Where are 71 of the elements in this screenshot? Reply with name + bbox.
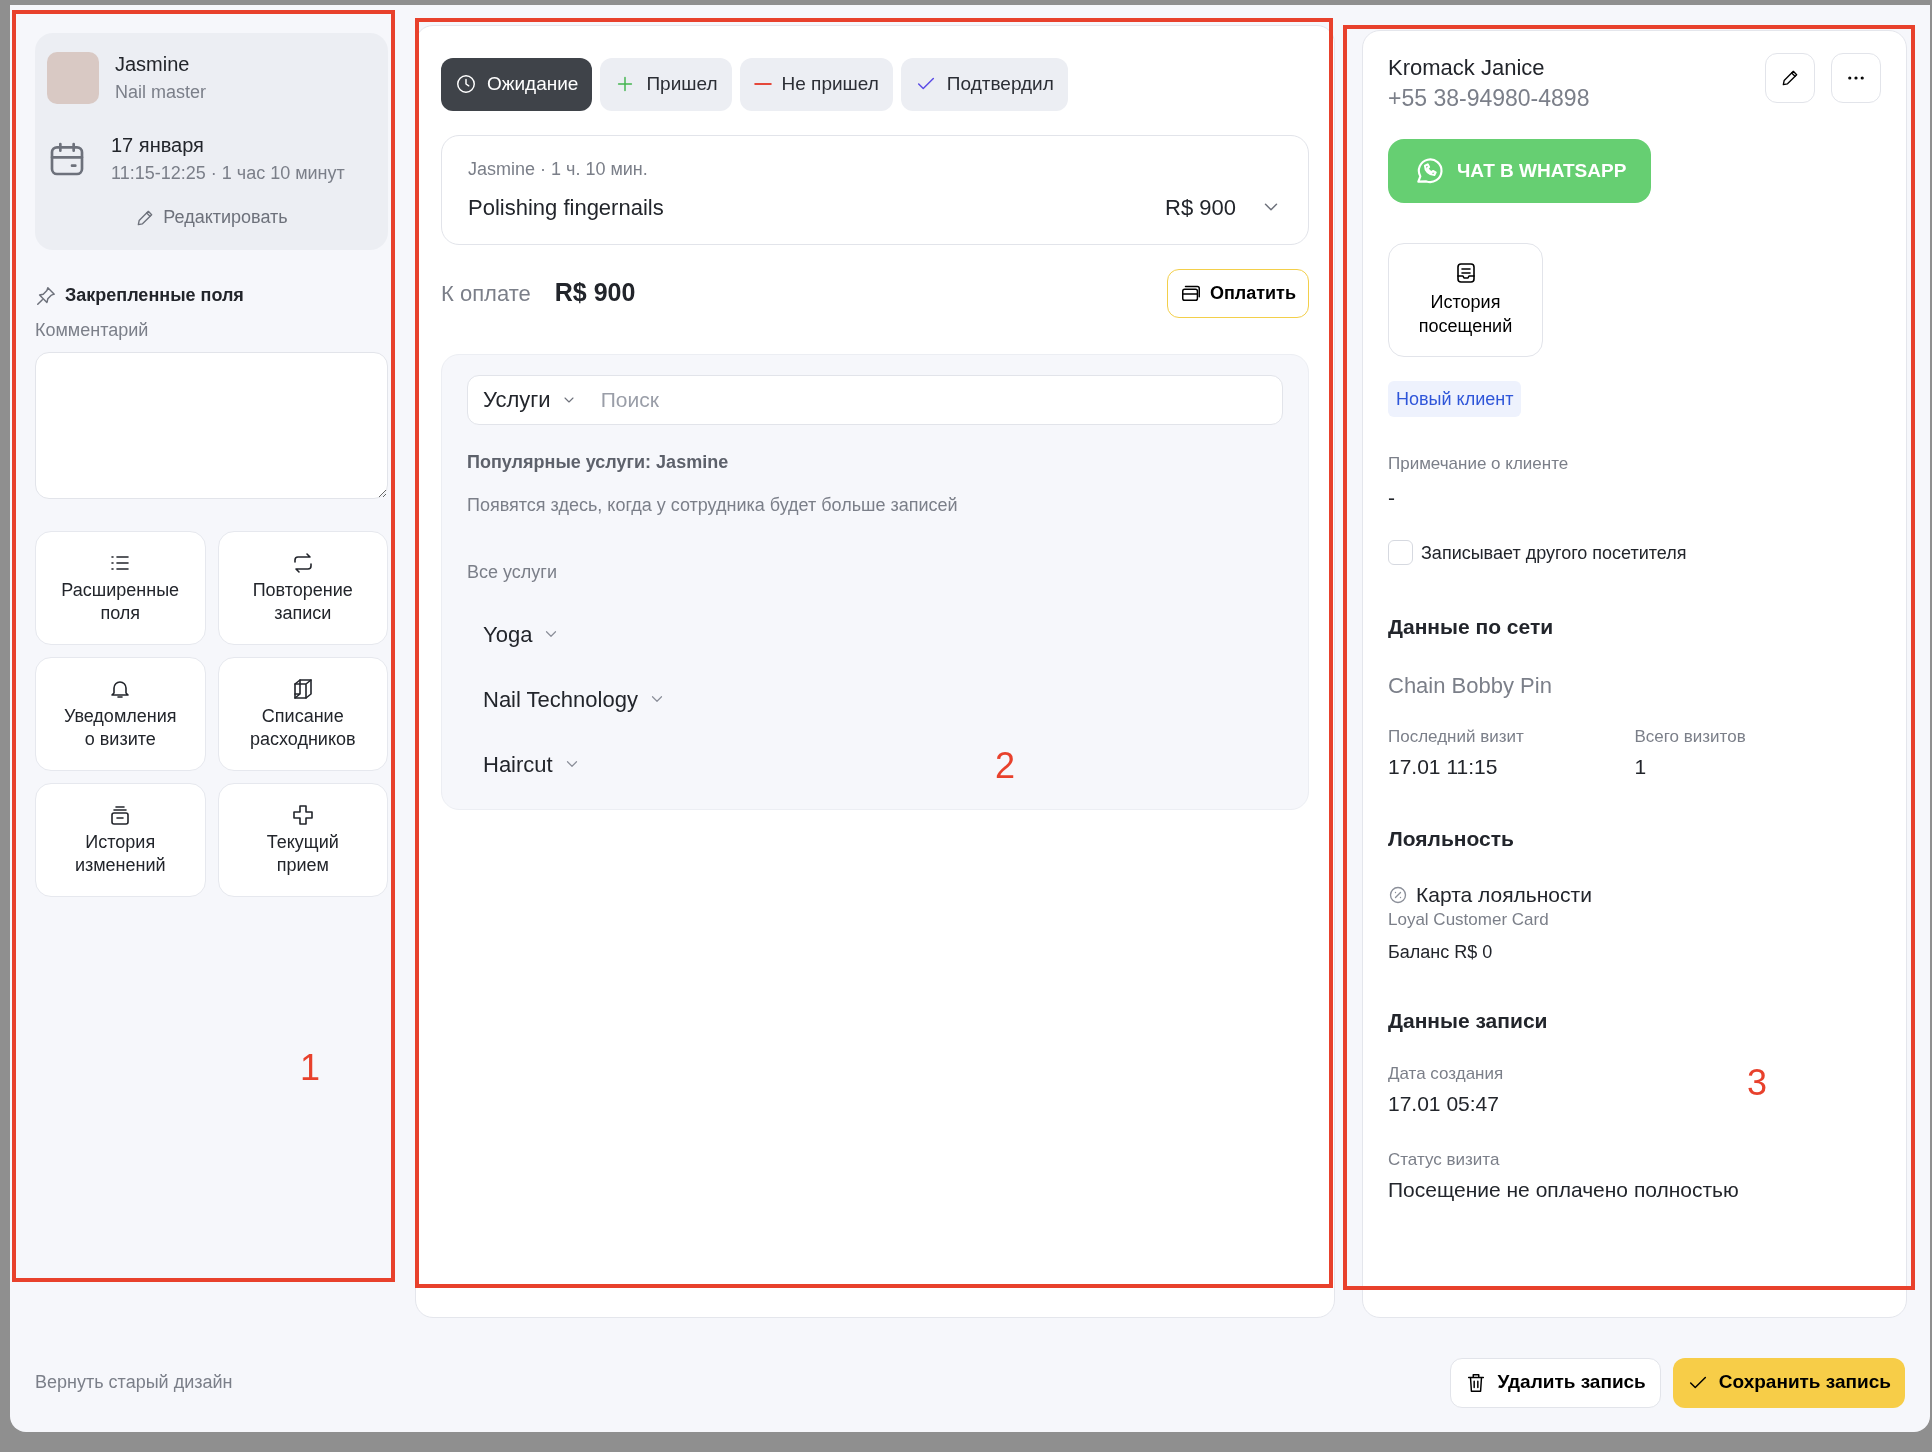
pencil-icon <box>1780 68 1800 88</box>
action-tile[interactable]: Повторение записи <box>217 531 388 645</box>
stat-value: 1 <box>1634 754 1647 781</box>
edit-button[interactable] <box>1765 53 1815 103</box>
service-meta: Jasmine · 1 ч. 10 мин. <box>468 157 649 181</box>
category-dropdown[interactable]: Услуги <box>483 383 577 416</box>
annotation-number: 2 <box>995 748 1016 784</box>
all-services-title: Все услуги <box>467 560 558 584</box>
comment-label: Комментарий <box>35 319 150 342</box>
annotation-number: 1 <box>300 1050 321 1086</box>
old-design-link[interactable]: Вернуть старый дизайн <box>35 1369 1451 1397</box>
pin-icon <box>35 284 57 307</box>
client-name: Kromack Janice <box>1388 54 1546 82</box>
field-label: Статус визита <box>1388 1149 1500 1172</box>
pay-button[interactable]: Оплатить <box>1166 268 1309 318</box>
appointment-date: 17 января <box>111 133 205 158</box>
payment-label: К оплате <box>441 279 531 308</box>
field-label: Дата создания <box>1388 1062 1504 1085</box>
stat-label: Последний визит <box>1388 726 1524 749</box>
status-button[interactable]: Пришел <box>600 58 732 111</box>
action-tile[interactable]: Расширенные поля <box>35 531 206 645</box>
status-button[interactable]: Не пришел <box>739 58 893 111</box>
staff-role: Nail master <box>115 81 207 104</box>
annotation-number: 3 <box>1747 1065 1768 1101</box>
stat-label: Всего визитов <box>1634 726 1746 749</box>
category-item[interactable]: Yoga <box>483 617 561 651</box>
cross-icon <box>290 802 315 827</box>
delete-button[interactable]: Удалить запись <box>1450 1357 1661 1408</box>
payment-amount: R$ 900 <box>554 277 637 309</box>
popular-hint: Появятся здесь, когда у сотрудника будет больше записей <box>467 493 959 517</box>
note-label: Примечание о клиенте <box>1388 453 1569 476</box>
service-name: Polishing fingernails <box>468 193 665 222</box>
loyalty-card-title: Карта лояльности <box>1416 881 1592 908</box>
save-button[interactable]: Сохранить запись <box>1672 1357 1905 1408</box>
action-tile[interactable]: Списание расходников <box>217 657 388 771</box>
comment-field[interactable] <box>35 352 388 499</box>
staff-name: Jasmine <box>115 52 191 77</box>
visit-history-button[interactable]: История посещений <box>1388 242 1543 357</box>
status-button[interactable]: Ожидание <box>441 58 593 111</box>
checkbox[interactable] <box>1388 540 1413 566</box>
field-value: Посещение не оплачено полностью <box>1388 1177 1739 1204</box>
client-phone: +55 38-94980-4898 <box>1388 83 1590 113</box>
photo-placeholder <box>47 51 99 104</box>
field-value: 17.01 05:47 <box>1388 1090 1499 1117</box>
clock-icon <box>455 73 477 96</box>
more-button[interactable] <box>1831 53 1881 103</box>
category-item[interactable]: Haircut <box>483 747 581 781</box>
loyalty-title: Лояльность <box>1388 825 1514 852</box>
pinned-fields-title: Закрепленные поля <box>65 284 244 307</box>
note-value: - <box>1388 484 1395 511</box>
search-field[interactable]: Услуги Поиск <box>467 374 1283 425</box>
chain-name: Chain Bobby Pin <box>1388 671 1552 700</box>
stat-value: 17.01 11:15 <box>1388 754 1498 781</box>
service-price: R$ 900 <box>1165 193 1236 222</box>
action-tile[interactable]: Уведомления о визите <box>35 657 206 771</box>
more-icon <box>1848 76 1864 80</box>
network-title: Данные по сети <box>1388 614 1554 641</box>
popular-title: Популярные услуги: Jasmine <box>467 450 730 474</box>
client-tag: Новый клиент <box>1388 380 1522 418</box>
loyalty-card-name: Loyal Customer Card <box>1388 909 1549 932</box>
appointment-time: 11:15-12:25 · 1 час 10 минут <box>111 162 345 185</box>
status-button[interactable]: Подтвердил <box>900 58 1068 111</box>
action-tile[interactable]: Текущий прием <box>217 783 388 897</box>
action-tile[interactable]: История изменений <box>35 783 206 897</box>
category-item[interactable]: Nail Technology <box>483 682 666 716</box>
edit-button[interactable]: Редактировать <box>129 203 294 232</box>
checkbox-label: Записывает другого посетителя <box>1421 541 1687 565</box>
record-title: Данные записи <box>1388 1007 1548 1034</box>
loyalty-balance: Баланс R$ 0 <box>1388 941 1494 965</box>
minus-icon <box>753 82 772 87</box>
discount-badge-icon <box>1388 885 1408 906</box>
